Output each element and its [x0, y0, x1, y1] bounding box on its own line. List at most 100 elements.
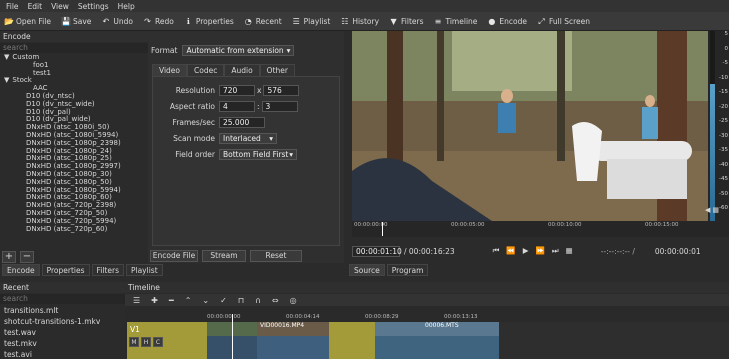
tab-source[interactable]: Source: [349, 264, 385, 276]
stream-button[interactable]: Stream: [202, 250, 246, 262]
mute-icon[interactable]: ◀: [705, 206, 710, 214]
tab-properties[interactable]: Properties: [41, 264, 90, 276]
reset-button[interactable]: Reset: [250, 250, 302, 262]
append-icon[interactable]: ✚: [151, 296, 158, 305]
recent-item[interactable]: transitions.mlt: [0, 305, 125, 316]
toolbar-button-filters[interactable]: ▼ Filters: [389, 17, 423, 26]
ripple-icon[interactable]: ⇔: [272, 296, 279, 305]
toolbar-label: Filters: [401, 16, 424, 26]
menu-icon[interactable]: ☰: [133, 296, 140, 305]
transition[interactable]: [329, 322, 375, 359]
toolbar-label: Redo: [154, 16, 174, 26]
menu-edit[interactable]: Edit: [28, 2, 43, 11]
lift-icon[interactable]: ⌃: [185, 296, 192, 305]
aspect-den-input[interactable]: 3: [261, 100, 298, 112]
toolbar-button-redo[interactable]: ↷ Redo: [143, 17, 174, 26]
add-preset-button[interactable]: +: [2, 251, 16, 263]
toolbar-button-undo[interactable]: ↶ Undo: [101, 17, 133, 26]
timeline-ruler[interactable]: 00:00:00:00 00:00:04:14 00:00:08:29 00:00:1…: [207, 314, 729, 322]
snap-icon[interactable]: ⊓: [238, 296, 244, 305]
meter-scale-label: -50: [719, 190, 728, 197]
expand-arrow-icon[interactable]: ▼: [4, 54, 9, 61]
toolbar-button-full-screen[interactable]: ⤢ Full Screen: [537, 17, 590, 26]
fast-forward-icon[interactable]: ⏩: [536, 246, 545, 256]
tab-other[interactable]: Other: [259, 64, 295, 76]
clip-vid00016[interactable]: VID00016.MP4: [257, 322, 329, 359]
fps-input[interactable]: 25.000: [219, 116, 265, 128]
toolbar-button-timeline[interactable]: ≡ Timeline: [434, 17, 478, 26]
target-icon[interactable]: ◎: [290, 296, 297, 305]
toolbar-button-encode[interactable]: ● Encode: [487, 17, 527, 26]
toolbar-button-playlist[interactable]: ☰ Playlist: [292, 17, 331, 26]
playhead[interactable]: [382, 222, 383, 236]
rewind-icon[interactable]: ⏪: [506, 246, 515, 256]
volume-icon[interactable]: ▦: [712, 206, 719, 214]
recent-item[interactable]: test.avi: [0, 349, 125, 359]
format-select[interactable]: Automatic from extension ▾: [182, 45, 295, 56]
remove-icon[interactable]: ━: [169, 296, 174, 305]
preset-label: DNxHD (atsc_1080i_5994): [26, 130, 119, 139]
track-header-v1[interactable]: V1 MHC: [127, 322, 207, 359]
tab-encode[interactable]: Encode: [2, 264, 40, 276]
video-viewer[interactable]: [352, 31, 708, 221]
overwrite-icon[interactable]: ⌄: [202, 296, 209, 305]
menu-help[interactable]: Help: [118, 2, 135, 11]
menu-view[interactable]: View: [51, 2, 69, 11]
meter-scale-label: -15: [719, 89, 728, 95]
track-button-m[interactable]: M: [129, 337, 139, 347]
tab-codec[interactable]: Codec: [187, 64, 225, 76]
preset-search-input[interactable]: search: [0, 43, 148, 53]
menu-settings[interactable]: Settings: [78, 2, 109, 11]
splitter[interactable]: [344, 31, 352, 263]
clip-label: 00006.MTS: [375, 322, 499, 336]
recent-item[interactable]: test.mkv: [0, 338, 125, 349]
preset-item[interactable]: ▼ Custom: [0, 54, 148, 62]
toolbar-label: Open File: [16, 16, 51, 26]
play-icon[interactable]: ▶: [523, 246, 529, 256]
timeline-playhead[interactable]: [232, 314, 233, 359]
expand-arrow-icon[interactable]: ▼: [4, 76, 9, 84]
player-tabs: Source Program: [349, 264, 429, 276]
ruler-tick-label: 00:00:13:13: [444, 314, 478, 320]
history-icon: ☷: [341, 16, 349, 26]
track-button-h[interactable]: H: [141, 337, 151, 347]
preset-item[interactable]: D10 (dv_ntsc_wide): [0, 100, 148, 109]
recent-item[interactable]: shotcut-transitions-1.mkv: [0, 316, 125, 327]
toolbar-button-open-file[interactable]: 📂 Open File: [4, 17, 51, 26]
skip-previous-icon[interactable]: ⏮: [493, 246, 500, 256]
aspect-num-input[interactable]: 4: [219, 100, 255, 112]
clip-00006[interactable]: 00006.MTS: [375, 322, 499, 359]
tab-program[interactable]: Program: [386, 264, 429, 276]
tab-audio[interactable]: Audio: [224, 64, 260, 76]
field-order-select[interactable]: Bottom Field First ▾: [219, 148, 297, 160]
toolbar-label: Timeline: [445, 16, 478, 26]
toolbar-button-properties[interactable]: ℹ Properties: [184, 17, 234, 26]
tab-playlist[interactable]: Playlist: [125, 264, 163, 276]
track-button-c[interactable]: C: [153, 337, 163, 347]
toolbar-button-history[interactable]: ☷ History: [340, 17, 379, 26]
toolbar-button-save[interactable]: 💾 Save: [61, 17, 91, 26]
in-out-point: --:--:--:-- /: [600, 246, 635, 256]
preset-item[interactable]: foo1: [0, 61, 148, 70]
resolution-separator: x: [257, 85, 262, 95]
grid-icon[interactable]: ▦: [566, 246, 573, 256]
recent-item[interactable]: test.wav: [0, 327, 125, 338]
tab-filters[interactable]: Filters: [91, 264, 124, 276]
toolbar-button-recent[interactable]: ◔ Recent: [244, 17, 282, 26]
player-scrubber[interactable]: 00:00:00:00 00:00:05:00 00:00:10:00 00:00:1…: [352, 221, 729, 237]
scan-mode-select[interactable]: Interlaced ▾: [219, 132, 277, 144]
selection-duration: 00:00:00:01: [654, 246, 701, 256]
skip-next-icon[interactable]: ⏭: [552, 246, 559, 256]
resolution-height-input[interactable]: 576: [263, 84, 300, 96]
preset-item[interactable]: DNxHD (atsc_720p_60): [0, 225, 148, 234]
encode-file-button[interactable]: Encode File: [150, 250, 198, 262]
preset-item[interactable]: ▼ Stock: [0, 76, 148, 85]
magnet-icon[interactable]: ∩: [255, 296, 261, 305]
recent-search-input[interactable]: search: [0, 294, 125, 304]
position-timecode[interactable]: 00:00:01:10: [352, 245, 402, 257]
resolution-width-input[interactable]: 720: [219, 84, 255, 96]
split-icon[interactable]: ✓: [220, 296, 227, 305]
tab-video[interactable]: Video: [152, 64, 188, 76]
menu-file[interactable]: File: [6, 2, 19, 11]
remove-preset-button[interactable]: −: [20, 251, 34, 263]
